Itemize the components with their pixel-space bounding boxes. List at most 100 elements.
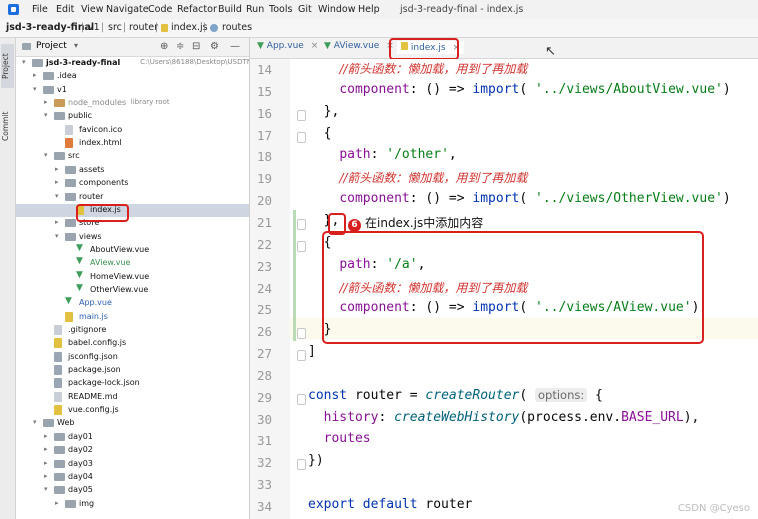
tree-item[interactable]: favicon.ico [16, 124, 249, 137]
breadcrumb-router[interactable]: router [129, 22, 158, 33]
tree-item[interactable]: ▾ views [16, 231, 249, 244]
menu-refactor[interactable]: Refactor [177, 4, 217, 15]
chevron-down-icon[interactable]: ▾ [44, 111, 48, 119]
chevron-right-icon[interactable]: ▸ [44, 472, 48, 480]
chevron-right-icon[interactable]: ▸ [44, 432, 48, 440]
chevron-right-icon[interactable]: ▸ [44, 445, 48, 453]
close-icon[interactable]: × [311, 41, 319, 51]
tree-item[interactable]: ▸ day04 [16, 471, 249, 484]
tree-item[interactable]: ▸ assets [16, 164, 249, 177]
gear-icon[interactable]: ⚙ [210, 41, 219, 52]
chevron-right-icon[interactable]: ▸ [55, 165, 59, 173]
expand-all-icon[interactable]: ≑ [176, 41, 184, 52]
tree-item[interactable]: package.json [16, 364, 249, 377]
tree-item[interactable]: ▼ AView.vue [16, 256, 249, 270]
tree-item[interactable]: ▾ day05 [16, 484, 249, 497]
tab-aview-vue[interactable]: ▼ AView.vue × [324, 41, 394, 51]
chevron-down-icon[interactable]: ▾ [33, 418, 37, 426]
menu-run[interactable]: Run [246, 4, 264, 15]
tree-item[interactable]: ▾ jsd-3-ready-final C:\Users\86188\Desktop… [16, 57, 249, 70]
menu-git[interactable]: Git [298, 4, 312, 15]
tree-item[interactable]: ▸ components [16, 177, 249, 190]
tree-item[interactable]: ▾ Web [16, 417, 249, 430]
menu-view[interactable]: View [81, 4, 104, 15]
chevron-down-icon[interactable]: ▾ [55, 192, 59, 200]
chevron-right-icon[interactable]: ▸ [33, 71, 37, 79]
chevron-down-icon[interactable]: ▾ [33, 85, 37, 93]
menu-code[interactable]: Code [148, 4, 172, 15]
tree-item[interactable]: index.html [16, 137, 249, 150]
fold-marker-icon[interactable] [297, 350, 306, 362]
tree-item[interactable]: ▾ v1 [16, 84, 249, 97]
tree-item[interactable]: main.js [16, 311, 249, 324]
menu-window[interactable]: Window [318, 4, 355, 15]
chevron-right-icon[interactable]: ▸ [55, 499, 59, 507]
fold-marker-icon[interactable] [297, 459, 306, 471]
line-number: 34 [256, 499, 272, 514]
breadcrumb-routes[interactable]: routes [222, 22, 252, 33]
menu-build[interactable]: Build [218, 4, 242, 15]
tree-item[interactable]: babel.config.js [16, 337, 249, 350]
chevron-right-icon[interactable]: ▸ [44, 459, 48, 467]
tree-item[interactable]: vue.config.js [16, 404, 249, 417]
chevron-down-icon[interactable]: ▾ [44, 151, 48, 159]
chevron-down-icon[interactable]: ▾ [44, 485, 48, 493]
menu-navigate[interactable]: Navigate [106, 4, 149, 15]
tree-item[interactable]: ▸ node_modules library root [16, 97, 249, 110]
tree-item[interactable]: jsconfig.json [16, 351, 249, 364]
menu-tools[interactable]: Tools [269, 4, 292, 15]
tree-item[interactable]: index.js [16, 203, 249, 217]
code-line: { [308, 126, 332, 141]
tree-item-label: jsd-3-ready-final [46, 58, 121, 67]
tree-item[interactable]: package-lock.json [16, 377, 249, 390]
tree-item[interactable]: ▸ .idea [16, 70, 249, 83]
code-token: { [587, 387, 603, 403]
tree-item[interactable]: ▸ img [16, 498, 249, 511]
menu-edit[interactable]: Edit [56, 4, 74, 15]
locate-icon[interactable]: ⊕ [160, 41, 168, 52]
fold-marker-icon[interactable] [297, 109, 306, 121]
chevron-down-icon[interactable]: ▾ [22, 58, 26, 66]
chevron-right-icon[interactable]: ▸ [44, 98, 48, 106]
project-tool-tab[interactable]: Project [1, 44, 14, 88]
commit-tool-tab[interactable]: Commit [1, 104, 14, 148]
tree-item[interactable]: ▸ day02 [16, 444, 249, 457]
code-editor[interactable]: 14 //箭头函数：懒加载，用到了再加载 15 component: () => … [250, 59, 758, 519]
tree-item[interactable]: ▼ App.vue [16, 296, 249, 310]
tree-item[interactable]: README.md [16, 391, 249, 404]
tab-app-vue[interactable]: ▼ App.vue × [257, 41, 318, 51]
fold-marker-icon[interactable] [297, 218, 306, 230]
breadcrumb-v1[interactable]: v1 [88, 22, 100, 33]
tree-item[interactable]: ▾ public [16, 110, 249, 123]
html-file-icon [65, 138, 73, 149]
tree-item[interactable]: ▸ store [16, 217, 249, 230]
tree-item-label: App.vue [79, 298, 112, 308]
tree-item[interactable]: ▸ day03 [16, 458, 249, 471]
chevron-down-icon[interactable]: ▾ [55, 232, 59, 240]
project-view-selector[interactable]: Project [36, 41, 67, 51]
tree-item[interactable]: ▸ day01 [16, 431, 249, 444]
chevron-down-icon[interactable]: ▾ [74, 41, 78, 50]
tree-item[interactable]: .gitignore [16, 324, 249, 337]
menu-help[interactable]: Help [358, 4, 380, 15]
tree-item-label: day01 [68, 431, 93, 441]
tree-item[interactable]: ▾ src [16, 150, 249, 163]
menu-file[interactable]: File [32, 4, 48, 15]
fold-marker-icon[interactable] [297, 393, 306, 405]
fold-marker-icon[interactable] [297, 240, 306, 252]
tree-item[interactable]: ▾ router [16, 191, 249, 204]
window-title: jsd-3-ready-final - index.js [400, 4, 524, 15]
hide-icon[interactable]: — [230, 41, 240, 52]
breadcrumb-src[interactable]: src [108, 22, 122, 33]
tree-item[interactable]: ▼ AboutView.vue [16, 243, 249, 257]
collapse-all-icon[interactable]: ⊟ [192, 41, 200, 52]
chevron-right-icon[interactable]: ▸ [55, 178, 59, 186]
tree-item[interactable]: ▼ HomeView.vue [16, 270, 249, 284]
fold-marker-icon[interactable] [297, 131, 306, 143]
tree-item-label: src [68, 151, 80, 161]
fold-marker-icon[interactable] [297, 328, 306, 340]
tree-item[interactable]: ▼ OtherView.vue [16, 283, 249, 297]
breadcrumb-separator: | [101, 22, 105, 33]
tree-item-label: AView.vue [90, 258, 131, 268]
chevron-right-icon[interactable]: ▸ [55, 218, 59, 226]
